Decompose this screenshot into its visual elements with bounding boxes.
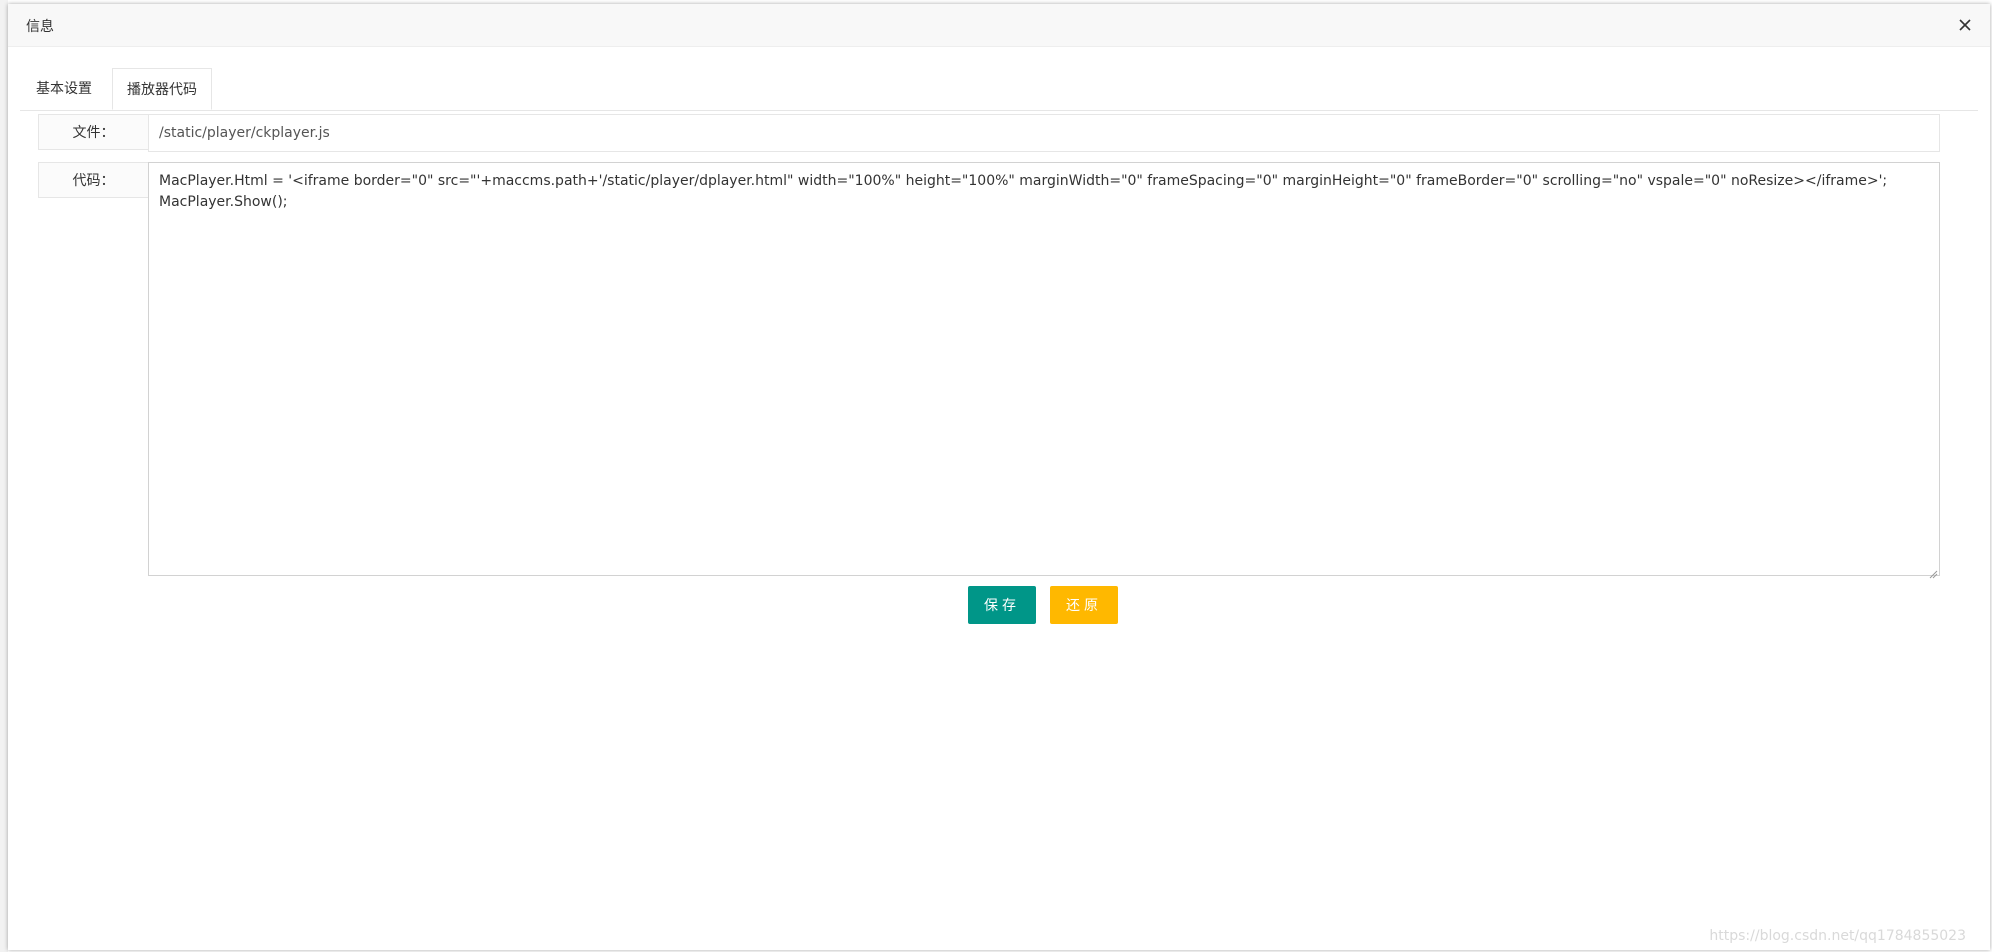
tab-bar: 基本设置 播放器代码 (20, 68, 1978, 111)
close-icon[interactable] (1954, 14, 1976, 36)
dialog-title: 信息 (26, 19, 54, 35)
resize-grip-icon[interactable] (1928, 564, 1938, 579)
code-label: 代码： (38, 162, 149, 198)
code-textarea[interactable] (148, 162, 1940, 576)
file-input[interactable] (148, 114, 1940, 152)
dialog-titlebar: 信息 (8, 4, 1990, 47)
file-label: 文件： (38, 114, 149, 150)
tab-player-code[interactable]: 播放器代码 (112, 68, 212, 110)
tab-basic-settings[interactable]: 基本设置 (20, 68, 108, 110)
reset-button[interactable]: 还原 (1050, 586, 1118, 624)
background-strip (0, 0, 8, 952)
save-button[interactable]: 保存 (968, 586, 1036, 624)
watermark: https://blog.csdn.net/qq1784855023 (1709, 928, 1966, 944)
